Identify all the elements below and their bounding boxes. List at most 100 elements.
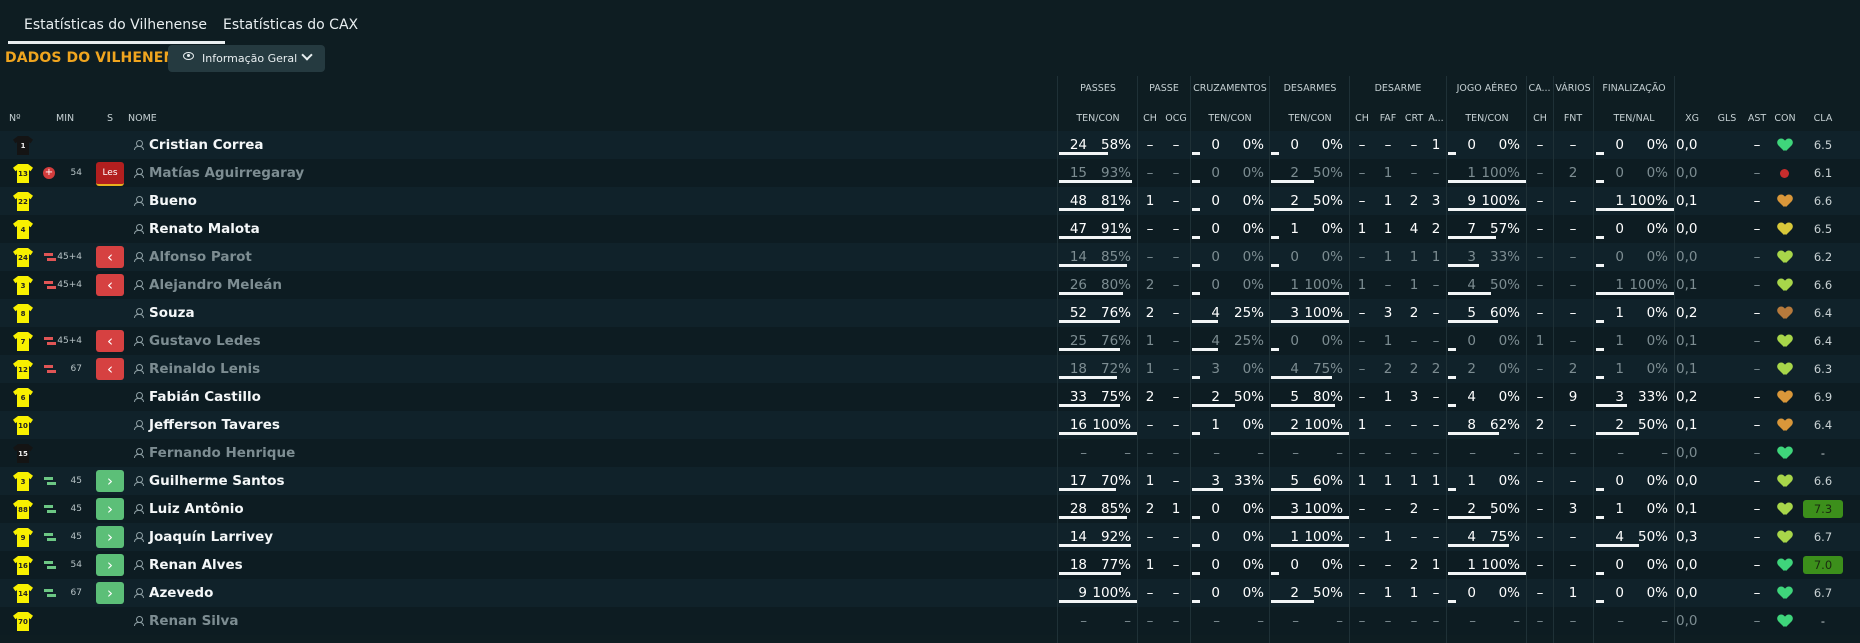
player-name[interactable]: Matías Aguirregaray bbox=[149, 159, 304, 187]
player-name[interactable]: Joaquín Larrivey bbox=[149, 523, 273, 551]
col-ast[interactable]: AST bbox=[1744, 113, 1770, 124]
col-minutes[interactable]: MIN bbox=[56, 113, 74, 124]
player-name[interactable]: Cristian Correa bbox=[149, 131, 264, 159]
col-name[interactable]: NOME bbox=[128, 113, 157, 124]
table-row[interactable]: 7 45+4 ‹ Gustavo Ledes 25 76% 1–4 25% 0 0% –1– –0 0%… bbox=[0, 327, 1860, 355]
passe-ocg: – bbox=[1172, 417, 1180, 433]
col-aereo-ten-con[interactable]: TEN/CON bbox=[1447, 113, 1527, 124]
col-des-ten-con[interactable]: TEN/CON bbox=[1270, 113, 1350, 124]
table-row[interactable]: 13 +54 Les Matías Aguirregaray 15 93% – –0 0% 2 50… bbox=[0, 159, 1860, 187]
player-name[interactable]: Gustavo Ledes bbox=[149, 327, 261, 355]
table-row[interactable]: 70 Renan Silva – – – – – – – – – – – – – – – – – –0,0– - bbox=[0, 607, 1860, 635]
aerial-bar bbox=[1448, 152, 1456, 155]
col-con[interactable]: CON bbox=[1771, 113, 1799, 124]
view-dropdown[interactable]: Informação Geral bbox=[168, 45, 325, 72]
player-name[interactable]: Bueno bbox=[149, 187, 197, 215]
desarme-crt: 2 bbox=[1409, 193, 1419, 209]
passe-ocg: – bbox=[1172, 137, 1180, 153]
gls bbox=[1714, 467, 1740, 495]
table-row[interactable]: 88 45 › Luiz Antônio 28 85% 2 1 0 0% 3 100% – –2–2 50%… bbox=[0, 495, 1860, 523]
fnt: – bbox=[1569, 305, 1577, 321]
subbed-off-button[interactable]: ‹ bbox=[96, 246, 124, 268]
player-name[interactable]: Fabián Castillo bbox=[149, 383, 261, 411]
tab-cax-stats[interactable]: Estatísticas do CAX bbox=[223, 0, 358, 44]
injury-badge[interactable]: Les bbox=[96, 162, 124, 186]
fnt: – bbox=[1569, 557, 1577, 573]
col-passe-ch[interactable]: CH bbox=[1139, 113, 1161, 124]
player-name[interactable]: Renan Silva bbox=[149, 607, 238, 635]
person-icon bbox=[134, 280, 144, 290]
col-passes-ten-con[interactable]: TEN/CON bbox=[1058, 113, 1138, 124]
passes-attempts: – bbox=[1080, 445, 1087, 461]
table-row[interactable]: 15 Fernando Henrique – – – – – – – – – – – – – – – – – –0,0… bbox=[0, 439, 1860, 467]
person-icon bbox=[134, 392, 144, 402]
passes-bar bbox=[1059, 404, 1120, 407]
shirt-number-icon: 8 bbox=[13, 304, 33, 323]
col-cla[interactable]: CLA bbox=[1803, 113, 1843, 124]
player-name[interactable]: Renato Malota bbox=[149, 215, 260, 243]
xg: 0,1 bbox=[1676, 417, 1698, 433]
desarme-crt: 2 bbox=[1409, 557, 1419, 573]
col-fnt[interactable]: FNT bbox=[1555, 113, 1591, 124]
table-row[interactable]: 16 54 › Renan Alves 18 77% 1–0 0% 0 0% – –2 1 1 100% – –… bbox=[0, 551, 1860, 579]
player-rating: 6.4 bbox=[1813, 418, 1833, 432]
col-desarme-crt[interactable]: CRT bbox=[1402, 113, 1426, 124]
table-row[interactable]: 3 45 › Guilherme Santos 17 70% 1–3 33% 5 60% 1 1 1 1 1… bbox=[0, 467, 1860, 495]
col-desarme-faf[interactable]: FAF bbox=[1376, 113, 1400, 124]
subbed-on-button[interactable]: › bbox=[96, 470, 124, 492]
col-cruz-ten-con[interactable]: TEN/CON bbox=[1191, 113, 1269, 124]
table-row[interactable]: 3 45+4 ‹ Alejandro Meleán 26 80% 2–0 0% 1 100% 1–1… bbox=[0, 271, 1860, 299]
table-row[interactable]: 22 Bueno 48 81% 1–0 0% 2 50% –1 2 3 9 100% – –1 100% 0,1… bbox=[0, 187, 1860, 215]
col-passe-ocg[interactable]: OCG bbox=[1163, 113, 1189, 124]
subbed-on-button[interactable]: › bbox=[96, 498, 124, 520]
player-name[interactable]: Alfonso Parot bbox=[149, 243, 252, 271]
player-name[interactable]: Reinaldo Lenis bbox=[149, 355, 260, 383]
table-row[interactable]: 6 Fabián Castillo 33 75% 2–2 50% 5 80% –1 3–4 0% –9… bbox=[0, 383, 1860, 411]
col-ca-ch[interactable]: CH bbox=[1529, 113, 1551, 124]
subbed-on-button[interactable]: › bbox=[96, 526, 124, 548]
player-name[interactable]: Guilherme Santos bbox=[149, 467, 285, 495]
desarme-a: – bbox=[1432, 277, 1440, 293]
player-name[interactable]: Souza bbox=[149, 299, 195, 327]
player-name[interactable]: Azevedo bbox=[149, 579, 213, 607]
col-desarme-a[interactable]: A... bbox=[1426, 113, 1446, 124]
col-status[interactable]: S bbox=[107, 113, 113, 124]
passe-ocg: – bbox=[1172, 473, 1180, 489]
minutes-played: 45+4 bbox=[57, 336, 82, 346]
subbed-off-button[interactable]: ‹ bbox=[96, 358, 124, 380]
aerial-bar bbox=[1448, 376, 1456, 379]
table-row[interactable]: 8 Souza 52 76% 2–4 25% 3 100% –3 2–5 60% – –1 0% 0,2–6… bbox=[0, 299, 1860, 327]
player-name[interactable]: Fernando Henrique bbox=[149, 439, 295, 467]
person-icon bbox=[134, 588, 144, 598]
condition-heart-icon bbox=[1778, 363, 1792, 376]
col-number[interactable]: Nº bbox=[9, 113, 21, 124]
table-row[interactable]: 24 45+4 ‹ Alfonso Parot 14 85% – –0 0% 0 0% –1 1 1 3 33… bbox=[0, 243, 1860, 271]
table-row[interactable]: 9 45 › Joaquín Larrivey 14 92% – –0 0% 1 100% –1– –4… bbox=[0, 523, 1860, 551]
shots-pct: 0% bbox=[1646, 221, 1668, 237]
player-name[interactable]: Renan Alves bbox=[149, 551, 243, 579]
subbed-on-button[interactable]: › bbox=[96, 582, 124, 604]
aerial-pct: 33% bbox=[1489, 249, 1520, 265]
col-fin-ten-nal[interactable]: TEN/NAL bbox=[1594, 113, 1674, 124]
player-name[interactable]: Luiz Antônio bbox=[149, 495, 244, 523]
col-gls[interactable]: GLS bbox=[1714, 113, 1740, 124]
table-row[interactable]: 4 Renato Malota 47 91% – –0 0% 1 0% 1 1 4 2 7 57% – –0 0%… bbox=[0, 215, 1860, 243]
player-name[interactable]: Jefferson Tavares bbox=[149, 411, 280, 439]
subbed-on-button[interactable]: › bbox=[96, 554, 124, 576]
subbed-off-button[interactable]: ‹ bbox=[96, 274, 124, 296]
table-row[interactable]: 12 67 ‹ Reinaldo Lenis 18 72% 1–3 0% 4 75% –2 2 2 2 0%… bbox=[0, 355, 1860, 383]
col-desarme-ch[interactable]: CH bbox=[1352, 113, 1372, 124]
col-xg[interactable]: XG bbox=[1680, 113, 1704, 124]
player-rating: 6.4 bbox=[1813, 334, 1833, 348]
gls bbox=[1714, 523, 1740, 551]
table-row[interactable]: 14 67 › Azevedo 9 100% – –0 0% 2 50% –1 1–0 0% –1 0 0% 0,… bbox=[0, 579, 1860, 607]
table-row[interactable]: 1 Cristian Correa 24 58% – –0 0% 0 0% – – –1 0 0% – –0 0… bbox=[0, 131, 1860, 159]
subbed-off-button[interactable]: ‹ bbox=[96, 330, 124, 352]
table-row[interactable]: 10 Jefferson Tavares 16 100% – –1 0% 2 100% 1– – –8… bbox=[0, 411, 1860, 439]
tab-vilhenense-stats[interactable]: Estatísticas do Vilhenense bbox=[8, 0, 225, 44]
tackles-bar bbox=[1271, 320, 1349, 323]
aerial-pct: 0% bbox=[1498, 389, 1520, 405]
player-name[interactable]: Alejandro Meleán bbox=[149, 271, 282, 299]
passe-ocg: – bbox=[1172, 585, 1180, 601]
view-dropdown-label: Informação Geral bbox=[202, 52, 298, 65]
